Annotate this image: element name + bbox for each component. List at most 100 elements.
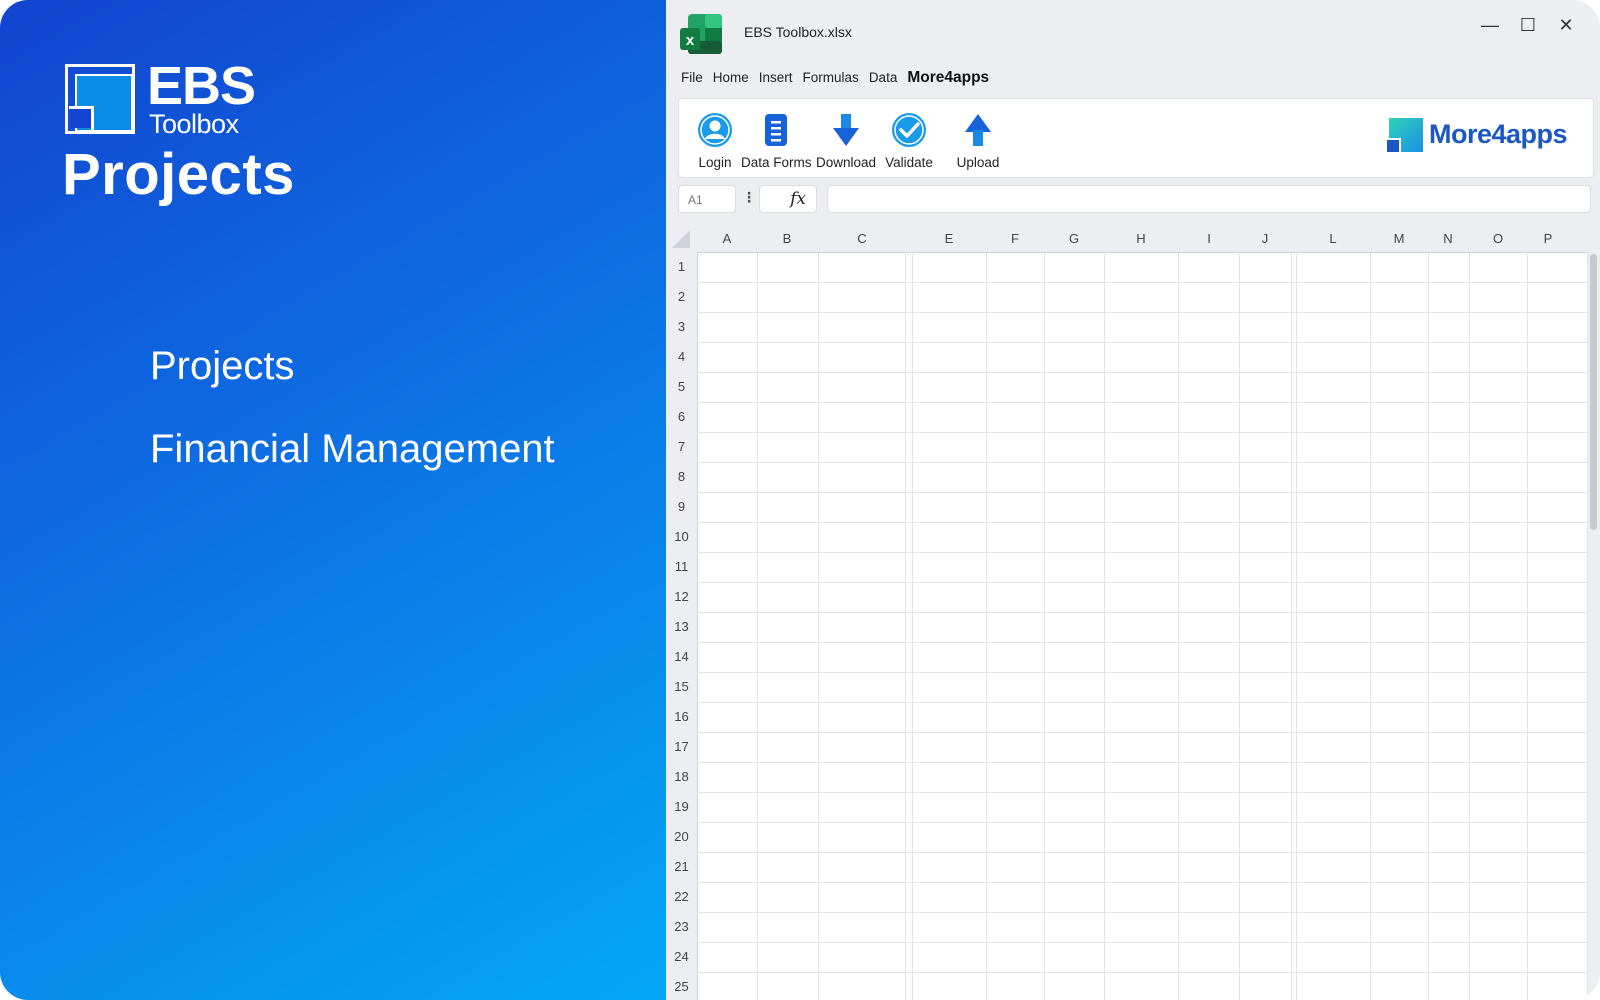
ebs-toolbox-logo-icon [65,64,135,134]
row-header[interactable]: 18 [666,768,697,786]
brand-subtitle: Toolbox [149,109,239,139]
menu-file[interactable]: File [681,70,703,85]
row-header[interactable]: 14 [666,648,697,666]
feature-item-financial-management: Financial Management [150,427,555,471]
column-header[interactable]: B [767,228,807,250]
row-header[interactable]: 4 [666,348,697,366]
row-header[interactable]: 21 [666,858,697,876]
promo-panel: EBS Toolbox Projects Projects Financial … [0,0,666,1000]
menu-home[interactable]: Home [713,70,749,85]
row-header[interactable]: 3 [666,318,697,336]
close-button[interactable]: ✕ [1546,10,1586,40]
validate-label: Validate [885,155,933,170]
vertical-scrollbar[interactable] [1590,254,1597,530]
row-gridline [697,672,1587,673]
column-header[interactable]: M [1379,228,1419,250]
column-gridline [1587,252,1588,1000]
row-gridline [697,972,1587,973]
column-header[interactable]: C [842,228,882,250]
row-header[interactable]: 15 [666,678,697,696]
row-gridline [697,522,1587,523]
row-header[interactable]: 9 [666,498,697,516]
name-box[interactable]: A1 [678,185,736,213]
column-gridline [1527,252,1528,1000]
menu-formulas[interactable]: Formulas [803,70,859,85]
brand-name: EBS [147,56,256,116]
column-gridline [1291,252,1292,1000]
column-header[interactable]: H [1121,228,1161,250]
download-button[interactable]: Download [815,111,877,170]
row-gridline [697,342,1587,343]
upload-button[interactable]: Upload [953,111,1003,170]
column-header[interactable]: J [1245,228,1285,250]
row-header[interactable]: 7 [666,438,697,456]
row-header[interactable]: 23 [666,918,697,936]
column-header[interactable]: A [707,228,747,250]
row-header[interactable]: 12 [666,588,697,606]
download-label: Download [815,155,877,170]
row-header[interactable]: 24 [666,948,697,966]
window-title: EBS Toolbox.xlsx [744,24,852,40]
insert-function-button[interactable]: fx [759,185,817,213]
document-list-icon [765,114,787,146]
column-header[interactable]: L [1313,228,1353,250]
maximize-button[interactable]: ☐ [1508,10,1548,40]
row-header[interactable]: 19 [666,798,697,816]
menu-data[interactable]: Data [869,70,898,85]
row-header[interactable]: 16 [666,708,697,726]
column-header[interactable]: G [1054,228,1094,250]
row-gridline [697,762,1587,763]
more4apps-logo-text: More4apps [1429,118,1568,149]
row-header[interactable]: 5 [666,378,697,396]
minimize-icon: — [1481,14,1499,35]
column-header[interactable]: F [995,228,1035,250]
menu-insert[interactable]: Insert [759,70,793,85]
worksheet-grid[interactable] [697,252,1588,1000]
row-header[interactable]: 22 [666,888,697,906]
page-title: Projects [62,142,295,207]
row-header[interactable]: 2 [666,288,697,306]
column-gridline [1428,252,1429,1000]
menu-bar: File Home Insert Formulas Data More4apps [681,69,989,87]
row-gridline [697,492,1587,493]
row-gridline [697,822,1587,823]
row-gridline [697,462,1587,463]
row-header[interactable]: 6 [666,408,697,426]
upload-label: Upload [956,155,1000,170]
validate-button[interactable]: Validate [883,111,935,170]
app-frame: EBS Toolbox Projects Projects Financial … [0,0,1600,1000]
column-gridline [818,252,819,1000]
column-header[interactable]: P [1528,228,1568,250]
row-header[interactable]: 13 [666,618,697,636]
column-header[interactable]: I [1189,228,1229,250]
data-forms-button[interactable]: Data Forms [741,111,812,170]
login-button[interactable]: Login [695,111,735,170]
row-header[interactable]: 8 [666,468,697,486]
column-gridline [1044,252,1045,1000]
row-gridline [697,312,1587,313]
minimize-button[interactable]: — [1470,10,1510,40]
row-header[interactable]: 10 [666,528,697,546]
row-header[interactable]: 11 [666,558,697,576]
more-options-icon[interactable]: ⋮ [742,189,756,206]
row-gridline [697,432,1587,433]
column-gridline [1239,252,1240,1000]
download-arrow-icon [833,114,859,146]
formula-input[interactable] [827,185,1591,213]
row-header[interactable]: 20 [666,828,697,846]
column-header[interactable]: E [929,228,969,250]
row-gridline [697,372,1587,373]
column-header[interactable]: O [1478,228,1518,250]
column-gridline [1296,252,1297,1000]
select-all-corner[interactable] [672,230,690,248]
column-gridline [986,252,987,1000]
column-gridline [1104,252,1105,1000]
row-gridline [697,552,1587,553]
svg-text:x: x [686,32,695,49]
row-header[interactable]: 1 [666,258,697,276]
row-header[interactable]: 17 [666,738,697,756]
column-header[interactable]: N [1428,228,1468,250]
column-gridline [757,252,758,1000]
row-header[interactable]: 25 [666,978,697,996]
menu-more4apps[interactable]: More4apps [907,69,989,87]
